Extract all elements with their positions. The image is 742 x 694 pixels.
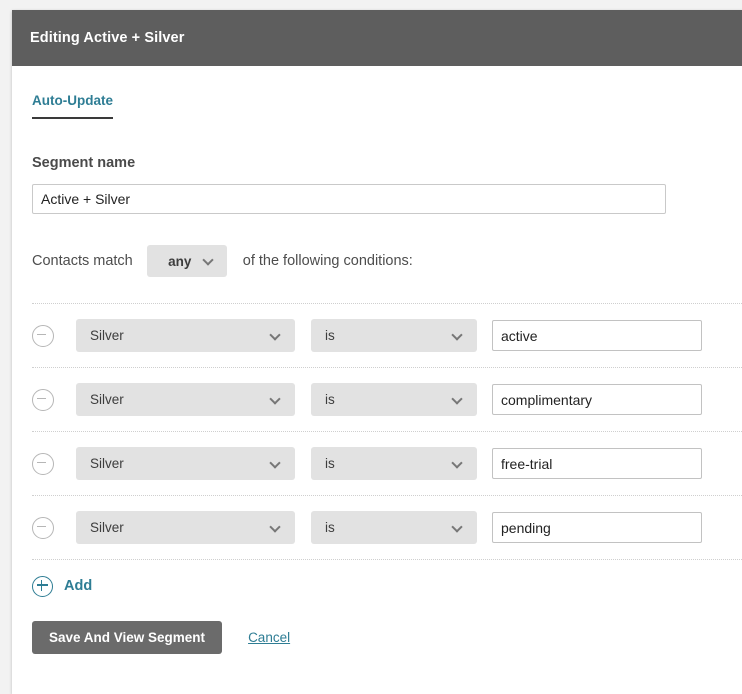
condition-row: Silver is [32,367,742,431]
condition-value-input[interactable] [492,320,702,351]
conditions-divider [32,559,742,560]
condition-field-select[interactable]: Silver [76,383,295,416]
conditions-list: Silver is Silver [32,303,742,560]
match-type-select[interactable]: any [146,245,227,277]
condition-operator-value: is [325,392,335,407]
chevron-down-icon [453,331,462,340]
form-area: Segment name Contacts match any of the f… [12,155,742,694]
condition-value-input[interactable] [492,448,702,479]
condition-field-value: Silver [90,456,124,471]
condition-operator-select[interactable]: is [311,447,477,480]
condition-operator-value: is [325,328,335,343]
add-condition-button[interactable]: Add [32,560,112,612]
condition-field-select[interactable]: Silver [76,319,295,352]
cancel-link[interactable]: Cancel [248,630,290,645]
page-background: Editing Active + Silver Auto-Update Segm… [0,0,742,694]
minus-circle-icon[interactable] [32,516,54,539]
add-condition-label: Add [64,578,93,594]
edit-segment-card: Editing Active + Silver Auto-Update Segm… [12,10,742,694]
card-body: Auto-Update Segment name Contacts match … [12,66,742,694]
chevron-down-icon [204,256,213,265]
tab-bar: Auto-Update [12,66,742,119]
condition-operator-select[interactable]: is [311,511,477,544]
condition-row: Silver is [32,495,742,559]
contacts-match-row: Contacts match any of the following cond… [32,245,742,277]
chevron-down-icon [271,459,280,468]
chevron-down-icon [271,331,280,340]
minus-circle-icon[interactable] [32,452,54,475]
condition-operator-value: is [325,520,335,535]
condition-field-value: Silver [90,328,124,343]
page-title: Editing Active + Silver [30,30,185,46]
action-bar: Save And View Segment Cancel [32,621,742,694]
minus-circle-icon[interactable] [32,324,54,347]
condition-field-value: Silver [90,520,124,535]
condition-field-value: Silver [90,392,124,407]
condition-row: Silver is [32,303,742,367]
plus-circle-icon [32,575,53,597]
condition-operator-select[interactable]: is [311,383,477,416]
minus-circle-icon[interactable] [32,388,54,411]
match-type-value: any [168,253,192,269]
condition-field-select[interactable]: Silver [76,511,295,544]
contacts-match-label: Contacts match [32,253,133,269]
condition-field-select[interactable]: Silver [76,447,295,480]
chevron-down-icon [453,459,462,468]
chevron-down-icon [271,395,280,404]
save-and-view-segment-button[interactable]: Save And View Segment [32,621,223,654]
tab-auto-update[interactable]: Auto-Update [32,93,113,119]
chevron-down-icon [453,395,462,404]
card-header: Editing Active + Silver [12,10,742,66]
condition-operator-value: is [325,456,335,471]
condition-value-input[interactable] [492,512,702,543]
segment-name-input[interactable] [32,184,666,214]
chevron-down-icon [271,523,280,532]
condition-row: Silver is [32,431,742,495]
condition-value-input[interactable] [492,384,702,415]
following-conditions-label: of the following conditions: [242,253,413,269]
condition-operator-select[interactable]: is [311,319,477,352]
chevron-down-icon [453,523,462,532]
segment-name-label: Segment name [32,155,136,171]
